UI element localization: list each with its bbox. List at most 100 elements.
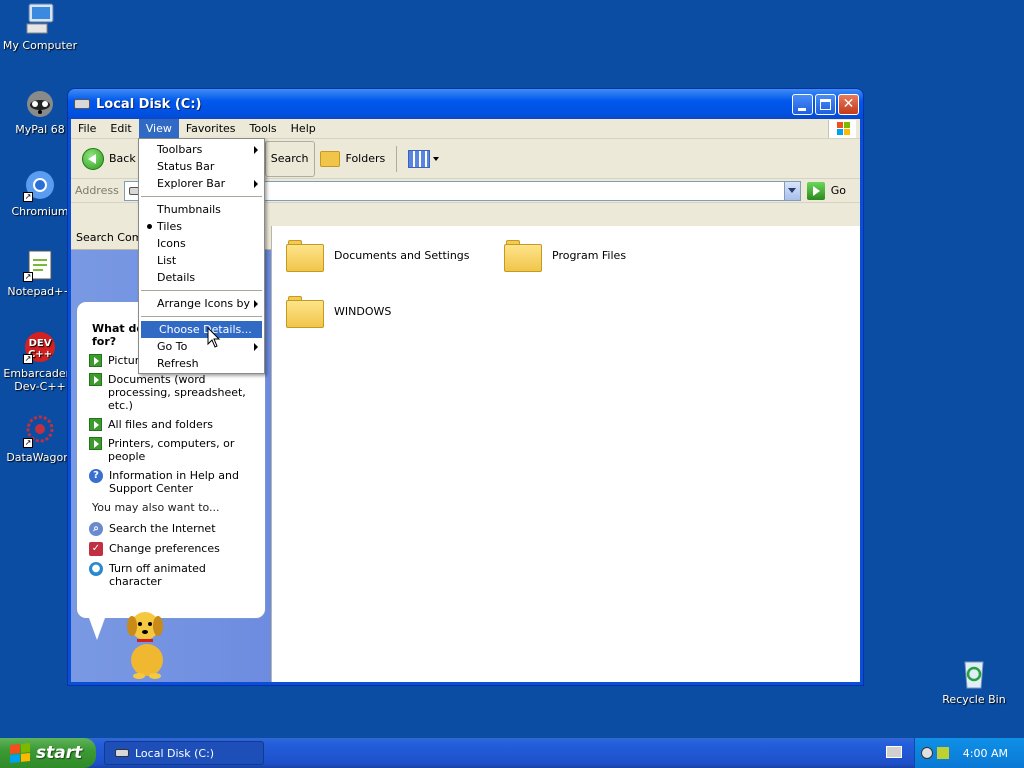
- search-globe-icon: ⌕: [89, 522, 103, 536]
- desktop-icon-label: Recycle Bin: [942, 693, 1006, 706]
- folder-item[interactable]: WINDOWS: [286, 294, 391, 328]
- maximize-icon: [820, 98, 831, 110]
- datawagon-icon: ↗: [23, 414, 57, 448]
- folder-item[interactable]: Documents and Settings: [286, 238, 470, 272]
- menu-item-details[interactable]: Details: [139, 269, 264, 286]
- views-button[interactable]: [403, 142, 444, 176]
- search-button[interactable]: Search: [264, 140, 315, 177]
- menu-help[interactable]: Help: [284, 119, 323, 139]
- window-title: Local Disk (C:): [96, 96, 202, 112]
- file-list: Documents and Settings Program Files WIN…: [271, 226, 860, 682]
- shortcut-arrow-icon: ↗: [23, 272, 33, 282]
- balloon-tail: [89, 618, 105, 640]
- computer-icon: [23, 2, 57, 36]
- menu-item-toolbars[interactable]: Toolbars: [139, 141, 264, 158]
- maximize-button[interactable]: [815, 93, 836, 115]
- shortcut-arrow-icon: ↗: [23, 354, 33, 364]
- menu-edit[interactable]: Edit: [103, 119, 138, 139]
- chromium-icon: ↗: [23, 168, 57, 202]
- folder-icon: [286, 294, 324, 328]
- menu-item-refresh[interactable]: Refresh: [139, 355, 264, 372]
- green-arrow-icon: [89, 418, 102, 431]
- keyboard-icon[interactable]: [886, 746, 902, 758]
- search-option-help[interactable]: ? Information in Help and Support Center: [89, 469, 253, 495]
- menu-item-icons[interactable]: Icons: [139, 235, 264, 252]
- title-bar[interactable]: Local Disk (C:) ✕: [68, 89, 863, 119]
- menu-item-thumbnails[interactable]: Thumbnails: [139, 201, 264, 218]
- green-arrow-icon: [89, 437, 102, 450]
- menu-bar: File Edit View Favorites Tools Help: [71, 118, 860, 139]
- folder-icon: [286, 238, 324, 272]
- close-icon: ✕: [842, 95, 855, 112]
- search-option-all-files[interactable]: All files and folders: [89, 418, 253, 431]
- menu-item-arrange-icons-by[interactable]: Arrange Icons by: [139, 295, 264, 312]
- search-option-documents[interactable]: Documents (word processing, spreadsheet,…: [89, 373, 253, 412]
- system-tray: 4:00 AM: [914, 738, 1024, 768]
- back-button[interactable]: Back: [77, 142, 141, 176]
- globe-icon: ●: [89, 562, 103, 576]
- go-button[interactable]: Go: [801, 181, 860, 200]
- drive-icon: [74, 99, 90, 109]
- address-label: Address: [75, 184, 119, 197]
- desktop-icon-my-computer[interactable]: My Computer: [0, 2, 80, 52]
- start-button[interactable]: start: [0, 738, 96, 768]
- start-label: start: [36, 743, 83, 763]
- go-arrow-icon: [806, 181, 825, 200]
- folders-label: Folders: [345, 152, 386, 165]
- menu-item-list[interactable]: List: [139, 252, 264, 269]
- menu-tools[interactable]: Tools: [243, 119, 284, 139]
- folders-button[interactable]: Folders: [315, 142, 391, 176]
- folder-name: Documents and Settings: [334, 248, 470, 262]
- folder-name: WINDOWS: [334, 304, 392, 318]
- help-icon: ?: [89, 469, 103, 483]
- search-internet-link[interactable]: ⌕ Search the Internet: [89, 522, 253, 536]
- taskbar: start Local Disk (C:) 4:00 AM: [0, 738, 1024, 768]
- network-icon[interactable]: [920, 747, 933, 759]
- preferences-icon: ✓: [89, 542, 103, 556]
- folders-icon: [319, 150, 340, 167]
- menu-separator: [141, 196, 262, 197]
- mouse-cursor-icon: [207, 327, 221, 348]
- menu-separator: [141, 316, 262, 317]
- chevron-down-icon: [433, 156, 440, 161]
- windows-flag-icon: [10, 742, 30, 764]
- menu-item-tiles[interactable]: Tiles: [139, 218, 264, 235]
- green-arrow-icon: [89, 373, 102, 386]
- menu-file[interactable]: File: [71, 119, 103, 139]
- menu-item-status-bar[interactable]: Status Bar: [139, 158, 264, 175]
- devcpp-icon: DEV C++ ↗: [23, 330, 57, 364]
- search-label: Search: [270, 152, 309, 165]
- menu-item-go-to[interactable]: Go To: [139, 338, 264, 355]
- svg-text:DEV: DEV: [29, 338, 52, 349]
- turn-off-character-link[interactable]: ● Turn off animated character: [89, 562, 253, 588]
- folder-icon: [504, 238, 542, 272]
- chevron-down-icon: [788, 188, 797, 193]
- menu-item-choose-details[interactable]: Choose Details...: [141, 321, 262, 338]
- go-label: Go: [830, 184, 846, 197]
- change-preferences-link[interactable]: ✓ Change preferences: [89, 542, 253, 556]
- search-dog-icon[interactable]: [117, 604, 177, 680]
- menu-view[interactable]: View: [138, 118, 179, 139]
- address-dropdown-button[interactable]: [783, 181, 800, 200]
- menu-favorites[interactable]: Favorites: [179, 119, 243, 139]
- safely-remove-icon[interactable]: [936, 747, 949, 759]
- minimize-button[interactable]: [792, 93, 813, 115]
- raccoon-icon: [23, 86, 57, 120]
- clock[interactable]: 4:00 AM: [963, 747, 1008, 760]
- taskbar-button-local-disk[interactable]: Local Disk (C:): [104, 741, 264, 765]
- also-heading: You may also want to...: [92, 501, 220, 514]
- desktop-icon-label: My Computer: [2, 39, 78, 52]
- windows-logo-icon: [828, 120, 856, 138]
- folder-name: Program Files: [552, 248, 627, 262]
- menu-separator: [141, 290, 262, 291]
- green-arrow-icon: [89, 354, 102, 367]
- search-option-printers[interactable]: Printers, computers, or people: [89, 437, 253, 463]
- notepad-plus-plus-icon: ↗: [23, 248, 57, 282]
- menu-item-explorer-bar[interactable]: Explorer Bar: [139, 175, 264, 192]
- close-button[interactable]: ✕: [838, 93, 859, 115]
- task-label: Local Disk (C:): [135, 746, 215, 760]
- recycle-bin-icon: [957, 656, 991, 690]
- folder-item[interactable]: Program Files: [504, 238, 626, 272]
- back-label: Back: [109, 152, 136, 165]
- desktop-icon-recycle-bin[interactable]: Recycle Bin: [934, 656, 1014, 706]
